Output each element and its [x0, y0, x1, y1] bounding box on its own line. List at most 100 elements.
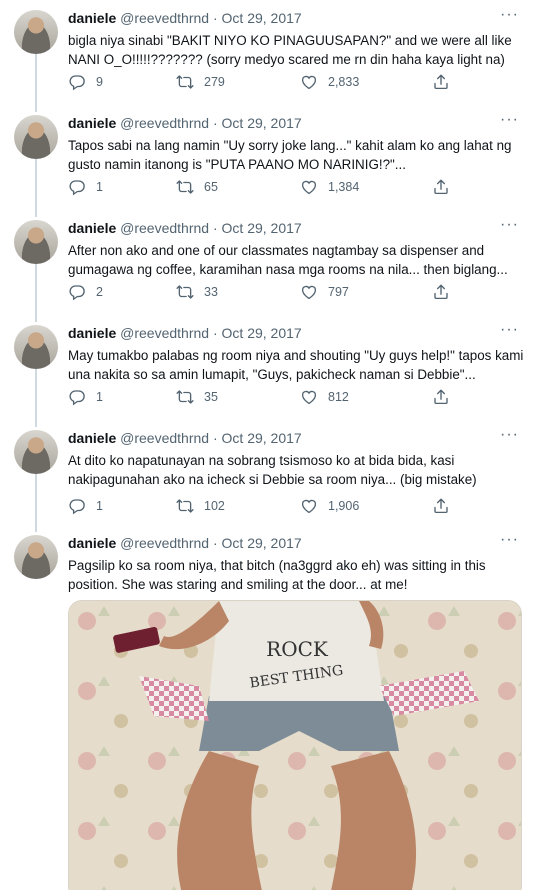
retweet-count: 102: [204, 499, 225, 513]
author-name[interactable]: daniele: [68, 10, 116, 26]
tweet-date[interactable]: Oct 29, 2017: [222, 325, 302, 341]
heart-icon: [300, 497, 318, 515]
share-icon: [432, 497, 450, 515]
reply-icon: [68, 283, 86, 301]
reply-button[interactable]: 1: [68, 178, 103, 196]
retweet-count: 65: [204, 180, 218, 194]
tweet-header: daniele @reevedthrnd · Oct 29, 2017: [68, 114, 302, 132]
tweet-photo[interactable]: ROCK BEST THING: [68, 600, 522, 890]
retweet-button[interactable]: 102: [176, 497, 225, 515]
retweet-button[interactable]: 35: [176, 388, 218, 406]
tweet-text: bigla niya sinabi "BAKIT NIYO KO PINAGUU…: [68, 33, 512, 67]
like-button[interactable]: 2,833: [300, 73, 359, 91]
reply-button[interactable]: 1: [68, 497, 103, 515]
share-button[interactable]: [432, 283, 460, 301]
like-count: 1,384: [328, 180, 360, 194]
heart-icon: [300, 73, 318, 91]
retweet-icon: [176, 73, 194, 91]
reply-icon: [68, 178, 86, 196]
more-options-icon[interactable]: ···: [500, 321, 519, 339]
author-name[interactable]: daniele: [68, 535, 116, 551]
tweet-date[interactable]: Oct 29, 2017: [222, 115, 302, 131]
author-name[interactable]: daniele: [68, 115, 116, 131]
reply-count: 1: [96, 390, 103, 404]
photo-image: ROCK BEST THING: [69, 601, 521, 890]
share-button[interactable]: [432, 388, 460, 406]
retweet-button[interactable]: 65: [176, 178, 218, 196]
author-handle[interactable]: @reevedthrnd: [120, 10, 209, 26]
author-handle[interactable]: @reevedthrnd: [120, 115, 209, 131]
tweet-header: daniele @reevedthrnd · Oct 29, 2017: [68, 429, 302, 447]
tweet-text: At dito ko napatunayan na sobrang tsismo…: [68, 453, 477, 487]
tweet[interactable]: daniele @reevedthrnd · Oct 29, 2017 ··· …: [0, 0, 541, 105]
avatar[interactable]: [14, 220, 58, 264]
author-handle[interactable]: @reevedthrnd: [120, 220, 209, 236]
more-options-icon[interactable]: ···: [500, 111, 519, 129]
more-options-icon[interactable]: ···: [500, 426, 519, 444]
tweet-actions: 1 65 1,384: [68, 178, 468, 198]
author-handle[interactable]: @reevedthrnd: [120, 325, 209, 341]
author-name[interactable]: daniele: [68, 325, 116, 341]
like-button[interactable]: 1,906: [300, 497, 359, 515]
reply-count: 1: [96, 180, 103, 194]
share-icon: [432, 283, 450, 301]
tweet-text: Pagsilip ko sa room niya, that bitch (na…: [68, 558, 486, 592]
share-button[interactable]: [432, 178, 460, 196]
like-button[interactable]: 797: [300, 283, 349, 301]
retweet-icon: [176, 388, 194, 406]
tweet-date[interactable]: Oct 29, 2017: [222, 535, 302, 551]
tweet[interactable]: daniele @reevedthrnd · Oct 29, 2017 ··· …: [0, 105, 541, 210]
more-options-icon[interactable]: ···: [500, 531, 519, 549]
reply-button[interactable]: 2: [68, 283, 103, 301]
author-handle[interactable]: @reevedthrnd: [120, 535, 209, 551]
tweet-actions: 1 35 812: [68, 388, 468, 408]
avatar[interactable]: [14, 115, 58, 159]
tweet[interactable]: daniele @reevedthrnd · Oct 29, 2017 ··· …: [0, 420, 541, 525]
author-name[interactable]: daniele: [68, 220, 116, 236]
tweet-actions: 2 33 797: [68, 283, 468, 303]
retweet-icon: [176, 178, 194, 196]
share-button[interactable]: [432, 73, 460, 91]
separator: ·: [212, 10, 218, 26]
tweet-date[interactable]: Oct 29, 2017: [222, 220, 302, 236]
retweet-button[interactable]: 33: [176, 283, 218, 301]
share-icon: [432, 388, 450, 406]
reply-icon: [68, 497, 86, 515]
avatar[interactable]: [14, 430, 58, 474]
separator: ·: [212, 325, 218, 341]
retweet-count: 35: [204, 390, 218, 404]
like-button[interactable]: 1,384: [300, 178, 359, 196]
retweet-count: 33: [204, 285, 218, 299]
avatar[interactable]: [14, 10, 58, 54]
retweet-icon: [176, 283, 194, 301]
reply-count: 2: [96, 285, 103, 299]
tweet[interactable]: daniele @reevedthrnd · Oct 29, 2017 ··· …: [0, 210, 541, 315]
reply-icon: [68, 73, 86, 91]
more-options-icon[interactable]: ···: [500, 6, 519, 24]
reply-button[interactable]: 9: [68, 73, 103, 91]
avatar[interactable]: [14, 325, 58, 369]
tweet-header: daniele @reevedthrnd · Oct 29, 2017: [68, 534, 302, 552]
heart-icon: [300, 283, 318, 301]
tweet-header: daniele @reevedthrnd · Oct 29, 2017: [68, 9, 302, 27]
separator: ·: [212, 430, 218, 446]
author-handle[interactable]: @reevedthrnd: [120, 430, 209, 446]
like-count: 1,906: [328, 499, 360, 513]
shirt-print-text: ROCK: [266, 637, 329, 661]
author-name[interactable]: daniele: [68, 430, 116, 446]
share-icon: [432, 73, 450, 91]
tweet-date[interactable]: Oct 29, 2017: [222, 430, 302, 446]
avatar[interactable]: [14, 535, 58, 579]
separator: ·: [212, 115, 218, 131]
like-count: 797: [328, 285, 349, 299]
tweet-text: Tapos sabi na lang namin "Uy sorry joke …: [68, 138, 512, 172]
retweet-button[interactable]: 279: [176, 73, 225, 91]
tweet-date[interactable]: Oct 29, 2017: [222, 10, 302, 26]
more-options-icon[interactable]: ···: [500, 216, 519, 234]
tweet-text: After non ako and one of our classmates …: [68, 243, 508, 277]
like-button[interactable]: 812: [300, 388, 349, 406]
reply-count: 9: [96, 75, 103, 89]
tweet[interactable]: daniele @reevedthrnd · Oct 29, 2017 ··· …: [0, 315, 541, 420]
reply-button[interactable]: 1: [68, 388, 103, 406]
share-button[interactable]: [432, 497, 460, 515]
